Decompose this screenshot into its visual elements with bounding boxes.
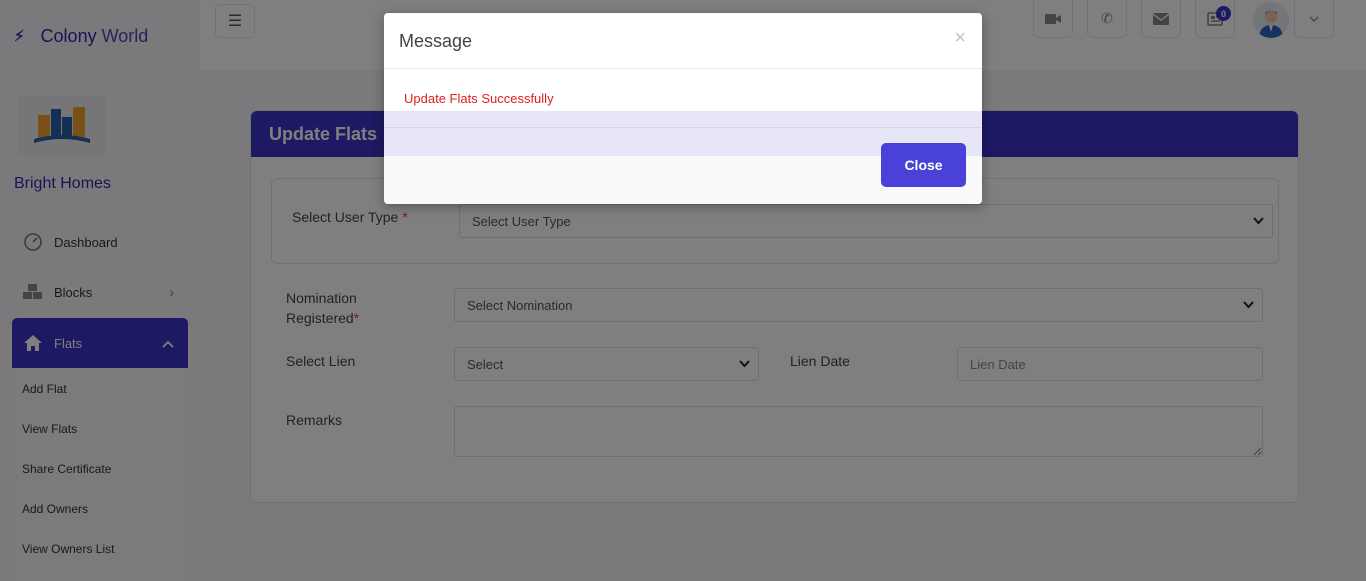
- message-modal: Message × Update Flats Successfully Clos…: [384, 13, 982, 204]
- modal-body: Update Flats Successfully: [384, 69, 982, 111]
- modal-header: Message ×: [384, 13, 982, 69]
- close-button[interactable]: Close: [881, 143, 966, 187]
- close-icon[interactable]: ×: [954, 27, 966, 50]
- success-message: Update Flats Successfully: [404, 91, 554, 106]
- modal-divider-line: [384, 127, 982, 128]
- modal-title: Message: [399, 31, 473, 51]
